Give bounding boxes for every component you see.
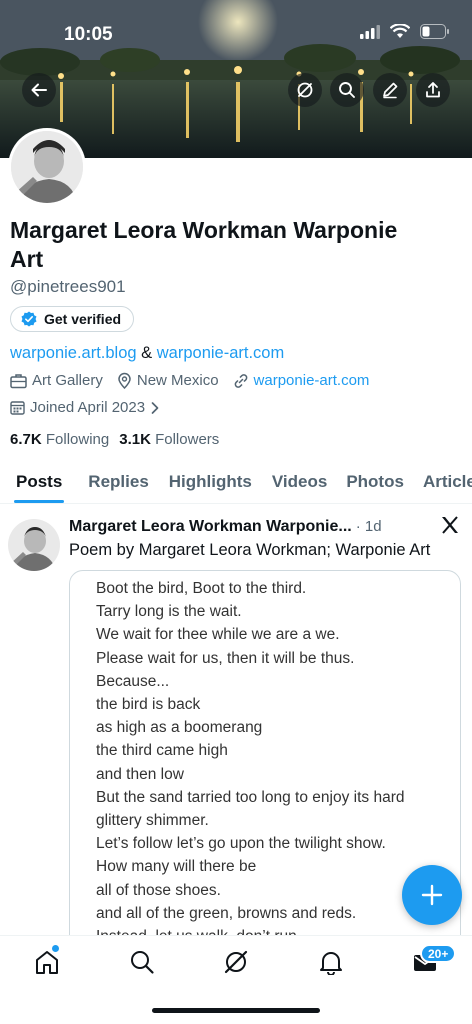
search-button[interactable] — [330, 73, 364, 107]
avatar — [11, 131, 83, 203]
pencil-icon — [383, 82, 398, 99]
following-count: 6.7K — [10, 431, 42, 448]
category-label: Art Gallery — [32, 372, 103, 389]
poem-line: Please wait for us, then it will be thus… — [96, 649, 355, 667]
tab-replies[interactable]: Replies — [88, 458, 148, 503]
home-icon[interactable] — [34, 949, 60, 975]
profile-location: New Mexico — [117, 372, 219, 389]
follow-stats: 6.7K Following 3.1K Followers — [10, 431, 219, 448]
post-avatar-image — [8, 519, 60, 571]
poem-line: Boot the bird, Boot to the third. — [96, 580, 307, 597]
poem-line: But the sand tarried too long to enjoy i… — [96, 788, 405, 806]
tab-photos[interactable]: Photos — [346, 458, 404, 503]
profile-category: Art Gallery — [10, 372, 103, 389]
bio-link-blog[interactable]: warponie.art.blog — [10, 344, 137, 362]
edit-button[interactable] — [373, 73, 407, 107]
poem-line: the third came high — [96, 742, 228, 760]
location-label: New Mexico — [136, 372, 219, 389]
calendar-icon — [10, 401, 25, 415]
location-pin-icon — [118, 372, 131, 389]
poem-line: glittery shimmer. — [96, 812, 209, 830]
website-link[interactable]: warponie-art.com — [254, 372, 370, 389]
following-label: Following — [45, 431, 110, 448]
poem-line: the bird is back — [96, 696, 201, 714]
x-logo-icon — [442, 516, 458, 534]
back-arrow-icon — [31, 83, 47, 97]
profile-joined[interactable]: Joined April 2023 — [10, 399, 160, 416]
share-button[interactable] — [416, 73, 450, 107]
get-verified-button[interactable]: Get verified — [10, 306, 135, 332]
bio-links: warponie.art.blog & warponie-art.com — [10, 344, 284, 363]
profile-tabs: Posts Replies Highlights Videos Photos A… — [0, 458, 472, 504]
home-indicator — [152, 1008, 320, 1013]
chevron-right-icon — [151, 401, 159, 414]
bio-link-separator: & — [136, 344, 157, 362]
wifi-icon — [390, 24, 410, 38]
post[interactable]: Margaret Leora Workman Warponie... · 1d … — [0, 505, 472, 935]
tab-posts[interactable]: Posts — [13, 458, 65, 503]
post-text: Poem by Margaret Leora Workman; Warponie… — [69, 541, 431, 559]
tab-videos[interactable]: Videos — [272, 458, 327, 503]
get-verified-label: Get verified — [44, 311, 122, 327]
profile-meta: Art Gallery New Mexico warponie-art.com — [10, 372, 383, 389]
poem-line: Let’s follow let’s go upon the twilight … — [96, 835, 386, 853]
poem-line: Tarry long is the wait. — [96, 603, 242, 621]
profile-avatar[interactable] — [8, 128, 86, 206]
post-author[interactable]: Margaret Leora Workman Warponie... — [69, 518, 352, 536]
following-link[interactable]: 6.7K Following — [10, 431, 109, 448]
status-icons — [360, 24, 450, 39]
briefcase-icon — [10, 373, 27, 388]
share-icon — [426, 82, 440, 98]
verified-badge-icon — [21, 311, 37, 327]
profile-handle: @pinetrees901 — [10, 277, 126, 296]
poem-line: as high as a boomerang — [96, 719, 263, 737]
poem-line: How many will there be — [96, 858, 257, 876]
grok-icon — [297, 82, 313, 98]
search-icon[interactable] — [129, 949, 155, 975]
compose-button[interactable] — [402, 865, 462, 925]
battery-icon — [420, 24, 449, 39]
poem-line: Instead, let us walk, don’t run. — [96, 925, 460, 935]
followers-count: 3.1K — [119, 431, 151, 448]
joined-label: Joined April 2023 — [30, 399, 146, 416]
home-notification-dot — [52, 945, 59, 952]
status-time: 10:05 — [64, 24, 113, 45]
poem-line: and then low — [96, 765, 184, 783]
back-button[interactable] — [22, 73, 56, 107]
profile-name: Margaret Leora Workman Warponie Art — [10, 217, 398, 272]
avatar-image — [11, 131, 83, 203]
poem-line: Because... — [96, 672, 170, 690]
post-header: Margaret Leora Workman Warponie... · 1d — [69, 518, 382, 536]
post-avatar[interactable] — [8, 519, 60, 571]
grok-icon[interactable] — [223, 949, 249, 975]
followers-label: Followers — [155, 431, 220, 448]
messages-badge: 20+ — [420, 944, 457, 963]
grok-button[interactable] — [288, 73, 322, 107]
plus-icon — [421, 884, 443, 906]
signal-icon — [360, 24, 380, 39]
poem-line: We wait for thee while we are a we. — [96, 626, 340, 644]
tab-highlights[interactable]: Highlights — [169, 458, 252, 503]
link-icon — [234, 373, 247, 388]
post-image[interactable]: Boot the bird, Boot to the third. Tarry l… — [69, 570, 461, 935]
tab-articles[interactable]: Articles — [423, 458, 472, 503]
followers-link[interactable]: 3.1K Followers — [119, 431, 219, 448]
profile-website[interactable]: warponie-art.com — [233, 372, 370, 389]
search-icon — [339, 82, 355, 98]
bell-icon[interactable] — [318, 949, 344, 975]
bio-link-website[interactable]: warponie-art.com — [157, 344, 284, 362]
post-time: · 1d — [355, 518, 382, 535]
